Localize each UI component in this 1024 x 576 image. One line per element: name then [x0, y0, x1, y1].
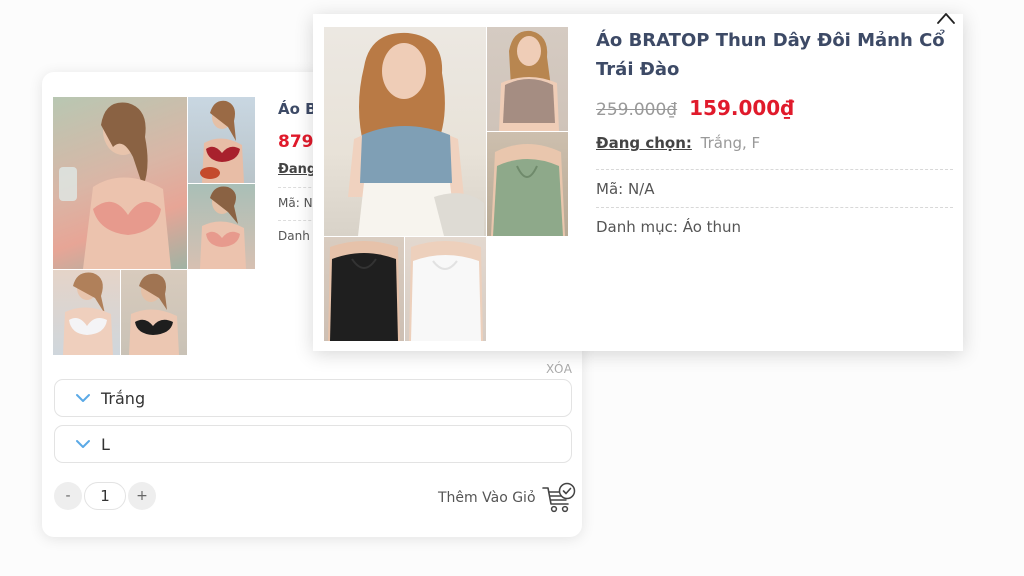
size-select[interactable]: L: [54, 425, 572, 463]
model-figure-black: [129, 273, 179, 355]
sale-price: 159.000₫: [689, 96, 795, 120]
chevron-down-icon: [76, 394, 90, 402]
quantity-increase-button[interactable]: +: [128, 482, 156, 510]
quick-view-thumb-1[interactable]: [487, 27, 568, 131]
selected-variant: Đang chọn: Trắng, F: [596, 134, 953, 152]
divider: [596, 169, 953, 170]
product-gallery: [53, 97, 255, 355]
close-icon[interactable]: [936, 10, 956, 24]
color-select-value: Trắng: [101, 388, 146, 408]
model-figure-blue: [348, 32, 484, 236]
quick-view-thumb-2[interactable]: [487, 132, 568, 236]
quick-view-modal: Áo BRATOP Thun Dây Đôi Mảnh Cổ Trái Đào …: [313, 13, 963, 351]
model-figure-pink: [59, 102, 171, 269]
product-image-thumb-4[interactable]: [121, 270, 187, 355]
product-image-thumb-3[interactable]: [53, 270, 120, 355]
chevron-down-icon: [76, 440, 90, 448]
add-to-cart-label: Thêm Vào Giỏ: [438, 490, 536, 506]
model-figure-white: [63, 272, 113, 355]
remove-button[interactable]: XÓA: [546, 362, 572, 376]
quantity-decrease-button[interactable]: -: [54, 482, 82, 510]
product-code: Mã: N/A: [596, 180, 655, 198]
product-category: Danh mục: Áo thun: [596, 218, 742, 236]
original-price: 259.000₫: [596, 100, 678, 120]
product-image-thumb-1[interactable]: [188, 97, 255, 183]
model-figure-peach: [200, 186, 246, 269]
quick-view-gallery: [324, 27, 568, 341]
model-figure-taupe: [499, 30, 559, 131]
model-figure-sage: [491, 144, 565, 236]
model-figure-black: [328, 241, 400, 341]
quick-view-thumb-4[interactable]: [405, 237, 486, 341]
quick-view-image-main[interactable]: [324, 27, 486, 236]
product-image-main[interactable]: [53, 97, 187, 269]
color-select[interactable]: Trắng: [54, 379, 572, 417]
quick-view-thumb-3[interactable]: [324, 237, 404, 341]
quick-view-info: Áo BRATOP Thun Dây Đôi Mảnh Cổ Trái Đào …: [596, 26, 953, 236]
cart-check-icon: [541, 482, 575, 513]
quantity-stepper: - 1 +: [54, 482, 156, 510]
divider: [596, 207, 953, 208]
selected-variant-label: Đang chọn:: [596, 134, 692, 152]
price-row: 259.000₫ 159.000₫: [596, 96, 953, 120]
quantity-input[interactable]: 1: [84, 482, 126, 510]
add-to-cart-button[interactable]: Thêm Vào Giỏ: [438, 482, 576, 514]
product-image-thumb-2[interactable]: [188, 184, 255, 269]
product-title[interactable]: Áo BRATOP Thun Dây Đôi Mảnh Cổ Trái Đào: [596, 26, 953, 84]
size-select-value: L: [101, 434, 110, 454]
selected-variant-value: Trắng, F: [700, 134, 761, 152]
model-figure-white: [409, 241, 483, 341]
model-figure-red: [200, 100, 244, 183]
